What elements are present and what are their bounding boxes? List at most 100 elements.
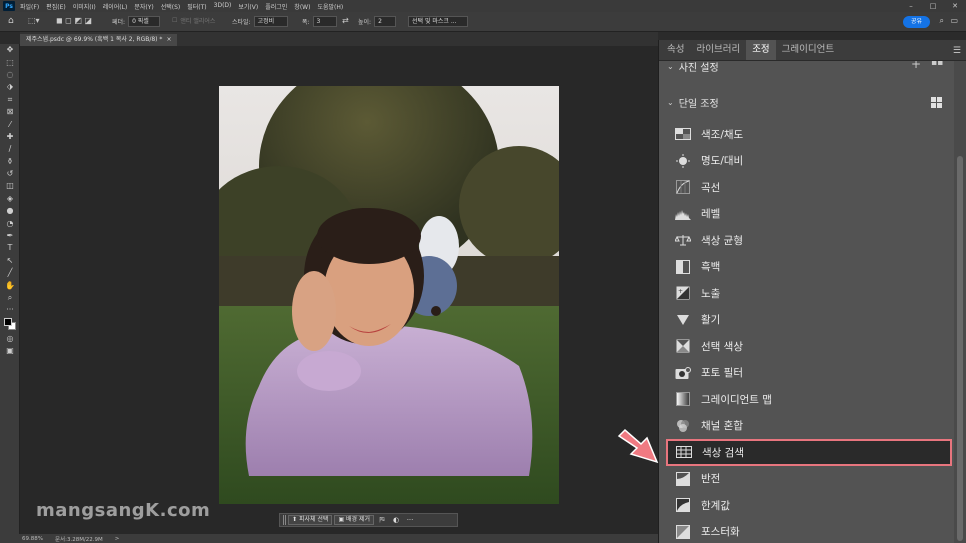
- selective-color-icon: [675, 339, 691, 353]
- document-tab[interactable]: 제주스냅.psdc @ 69.9% (흑백 1 복사 2, RGB/8) * ×: [20, 34, 178, 46]
- menu-item[interactable]: 파일(F): [20, 2, 39, 11]
- maximize-icon[interactable]: □: [922, 0, 944, 12]
- lasso-tool-icon[interactable]: ◌: [0, 69, 20, 81]
- adjustment-item[interactable]: 명도/대비: [667, 148, 949, 175]
- adjustment-item[interactable]: 색상 균형: [667, 227, 949, 254]
- screen-mode-icon[interactable]: ▣: [0, 345, 20, 357]
- eyedropper-tool-icon[interactable]: ⁄: [0, 118, 20, 130]
- preset-grid-icon[interactable]: ▪▪: [931, 61, 943, 68]
- add-preset-icon[interactable]: +: [911, 61, 921, 71]
- path-selection-tool-icon[interactable]: ↖: [0, 255, 20, 267]
- antialias-checkbox[interactable]: ☐: [172, 17, 177, 24]
- document-photo[interactable]: [219, 86, 559, 504]
- zoom-tool-icon[interactable]: ⌕: [0, 292, 20, 304]
- menu-item[interactable]: 이미지(I): [73, 2, 96, 11]
- menu-item[interactable]: 도움말(H): [317, 2, 343, 11]
- transform-icon[interactable]: ⛿: [376, 516, 388, 525]
- hand-tool-icon[interactable]: ✋: [0, 279, 20, 291]
- photoshop-logo-icon: Ps: [3, 1, 15, 11]
- menu-item[interactable]: 3D(D): [214, 2, 232, 11]
- panel-scrollbar[interactable]: [954, 61, 966, 543]
- close-window-icon[interactable]: ✕: [944, 0, 966, 12]
- menu-item[interactable]: 문자(Y): [134, 2, 153, 11]
- adjustments-panel: 속성 라이브러리 조정 그레이디언트 ☰ ⌄ 사진 설정 + ▪▪ ⌄ 단일 조정 색조…: [658, 40, 966, 543]
- panel-tab[interactable]: 라이브러리: [690, 40, 746, 60]
- width-input[interactable]: 3: [312, 16, 337, 27]
- swap-dimensions-icon[interactable]: ⇄: [342, 16, 349, 25]
- healing-brush-tool-icon[interactable]: ✚: [0, 131, 20, 143]
- history-brush-tool-icon[interactable]: ↺: [0, 168, 20, 180]
- panel-tab[interactable]: 속성: [661, 40, 690, 60]
- foreground-color-swatch[interactable]: [4, 317, 12, 326]
- adjustment-item[interactable]: 선택 색상: [667, 333, 949, 360]
- color-swatches[interactable]: [0, 317, 20, 333]
- adjustment-item[interactable]: 포스터화: [667, 519, 949, 543]
- adjustment-layer-icon[interactable]: ◐: [390, 516, 402, 524]
- marquee-tool-preset-icon[interactable]: ⬚▾: [28, 16, 40, 25]
- menu-item[interactable]: 보기(V): [238, 2, 258, 11]
- menu-item[interactable]: 레이어(L): [103, 2, 128, 11]
- adjustment-item[interactable]: 흑백: [667, 254, 949, 281]
- adjustment-item[interactable]: 그레이디언트 맵: [667, 386, 949, 413]
- marquee-tool-icon[interactable]: ⬚: [0, 56, 20, 68]
- panel-menu-icon[interactable]: ☰: [953, 46, 961, 56]
- canvas-area[interactable]: ⬆ 피사체 선택 ▣ 배경 제거 ⛿ ◐ ···: [20, 46, 658, 534]
- menu-item[interactable]: 창(W): [294, 2, 310, 11]
- paint-bucket-tool-icon[interactable]: ◈: [0, 193, 20, 205]
- quick-mask-icon[interactable]: ◎: [0, 333, 20, 345]
- adjustment-item[interactable]: + 노출: [667, 280, 949, 307]
- search-icon[interactable]: ⌕: [940, 16, 944, 26]
- pen-tool-icon[interactable]: ✒: [0, 230, 20, 242]
- eraser-tool-icon[interactable]: ◫: [0, 180, 20, 192]
- status-arrow-icon[interactable]: >: [115, 536, 120, 542]
- color-balance-icon: [675, 233, 691, 247]
- feather-input[interactable]: 0 픽셀: [128, 16, 161, 27]
- zoom-level[interactable]: 69.88%: [22, 536, 43, 542]
- line-tool-icon[interactable]: ╱: [0, 267, 20, 279]
- menu-item[interactable]: 필터(T): [187, 2, 206, 11]
- panel-tab[interactable]: 그레이디언트: [776, 40, 840, 60]
- view-grid-icon[interactable]: [931, 97, 942, 108]
- move-tool-icon[interactable]: ✥: [0, 44, 20, 56]
- remove-background-button[interactable]: ▣ 배경 제거: [334, 515, 375, 525]
- object-selection-tool-icon[interactable]: ⬗: [0, 81, 20, 93]
- style-select[interactable]: 고정비: [253, 16, 288, 27]
- menu-item[interactable]: 편집(E): [46, 2, 66, 11]
- workspace-icon[interactable]: ▭: [950, 16, 958, 25]
- section-single-adjustments[interactable]: ⌄ 단일 조정: [667, 95, 719, 110]
- height-input[interactable]: 2: [374, 16, 397, 27]
- adjustment-item[interactable]: 레벨: [667, 201, 949, 228]
- clone-stamp-tool-icon[interactable]: ⚱: [0, 156, 20, 168]
- adjustment-item[interactable]: 포토 필터: [667, 360, 949, 387]
- scrollbar-thumb[interactable]: [957, 156, 963, 541]
- close-tab-icon[interactable]: ×: [166, 34, 171, 46]
- select-and-mask-button[interactable]: 선택 및 마스크 ...: [408, 16, 468, 27]
- crop-tool-icon[interactable]: ⌗: [0, 94, 20, 106]
- adjustment-item[interactable]: 색상 검색: [666, 439, 952, 466]
- selection-mode-icons[interactable]: ◼ ◻ ◩ ◪: [56, 16, 92, 25]
- adjustment-item[interactable]: 한계값: [667, 492, 949, 519]
- adjustment-item[interactable]: 채널 혼합: [667, 413, 949, 440]
- menu-item[interactable]: 플러그인: [265, 2, 287, 11]
- select-subject-button[interactable]: ⬆ 피사체 선택: [288, 515, 333, 525]
- frame-tool-icon[interactable]: ⊠: [0, 106, 20, 118]
- share-button[interactable]: 공유: [902, 16, 930, 28]
- adjustment-item-label: 포토 필터: [701, 367, 743, 380]
- dodge-tool-icon[interactable]: ◔: [0, 217, 20, 229]
- more-tools-icon[interactable]: ···: [0, 304, 20, 316]
- drag-handle-icon[interactable]: [283, 515, 286, 525]
- section-photo-settings[interactable]: ⌄ 사진 설정: [667, 61, 719, 74]
- adjustment-item[interactable]: 곡선: [667, 174, 949, 201]
- adjustment-item[interactable]: 색조/채도: [667, 121, 949, 148]
- menu-item[interactable]: 선택(S): [161, 2, 181, 11]
- minimize-icon[interactable]: –: [900, 0, 922, 12]
- adjustment-item[interactable]: 반전: [667, 466, 949, 493]
- brush-tool-icon[interactable]: ∕: [0, 143, 20, 155]
- hue-saturation-icon: [675, 127, 691, 141]
- blur-tool-icon[interactable]: ●: [0, 205, 20, 217]
- adjustment-item[interactable]: 활기: [667, 307, 949, 334]
- more-options-icon[interactable]: ···: [404, 516, 416, 524]
- type-tool-icon[interactable]: T: [0, 242, 20, 254]
- panel-tab[interactable]: 조정: [746, 40, 776, 60]
- home-icon[interactable]: ⌂: [8, 16, 14, 26]
